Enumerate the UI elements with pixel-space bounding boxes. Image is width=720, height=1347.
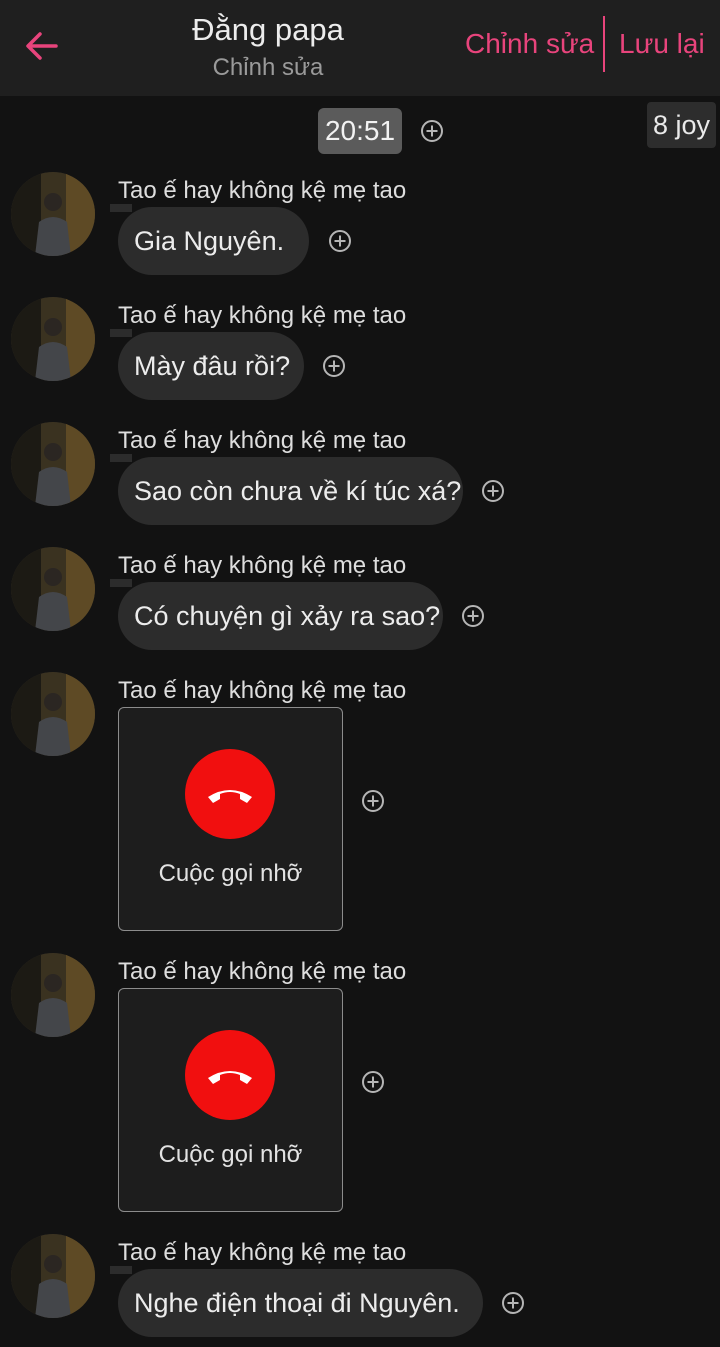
avatar[interactable] (11, 672, 95, 756)
phone-hangup-icon (208, 790, 252, 803)
avatar[interactable] (11, 953, 95, 1037)
add-icon[interactable] (502, 1292, 524, 1314)
message-bubble[interactable]: Nghe điện thoại đi Nguyên. (110, 1266, 483, 1337)
sender-name: Tao ế hay không kệ mẹ tao (118, 1239, 407, 1266)
avatar[interactable] (11, 172, 95, 256)
missed-call-badge (185, 749, 275, 839)
avatar-image (11, 1234, 95, 1318)
add-icon[interactable] (421, 120, 443, 142)
sender-name: Tao ế hay không kệ mẹ tao (118, 302, 407, 329)
message-bubble[interactable]: Sao còn chưa về kí túc xá? (110, 454, 463, 525)
avatar-image (11, 422, 95, 506)
avatar[interactable] (11, 1234, 95, 1318)
arrow-left-icon (26, 32, 58, 60)
edit-button[interactable]: Chỉnh sửa (465, 28, 594, 60)
back-button[interactable] (20, 26, 62, 66)
sender-name: Tao ế hay không kệ mẹ tao (118, 552, 407, 579)
sender-name: Tao ế hay không kệ mẹ tao (118, 677, 407, 704)
add-icon[interactable] (362, 790, 384, 812)
sender-name: Tao ế hay không kệ mẹ tao (118, 958, 407, 985)
top-bar: Đằng papa Chỉnh sửa Chỉnh sửa Lưu lại (0, 0, 720, 96)
avatar-image (11, 672, 95, 756)
message-bubble[interactable]: Gia Nguyên. (110, 204, 309, 275)
avatar-image (11, 547, 95, 631)
message-bubble[interactable]: Mày đâu rồi? (110, 329, 304, 400)
add-icon[interactable] (482, 480, 504, 502)
add-icon[interactable] (462, 605, 484, 627)
page-subtitle: Chỉnh sửa (212, 54, 324, 81)
avatar[interactable] (11, 547, 95, 631)
page-title: Đằng papa (192, 12, 344, 47)
timestamp-pill[interactable]: 20:51 (318, 108, 402, 154)
avatar-image (11, 172, 95, 256)
missed-call-label: Cuộc gọi nhỡ (158, 860, 303, 887)
sender-name: Tao ế hay không kệ mẹ tao (118, 427, 407, 454)
missed-call-label: Cuộc gọi nhỡ (158, 1141, 303, 1168)
header-divider (603, 16, 605, 72)
joy-badge: 8 joy (647, 102, 716, 148)
add-icon[interactable] (323, 355, 345, 377)
message-bubble[interactable]: Có chuyện gì xảy ra sao? (110, 579, 443, 650)
avatar[interactable] (11, 422, 95, 506)
avatar-image (11, 297, 95, 381)
missed-call-badge (185, 1030, 275, 1120)
sender-name: Tao ế hay không kệ mẹ tao (118, 177, 407, 204)
missed-call-card[interactable]: Cuộc gọi nhỡ (118, 707, 343, 931)
missed-call-card[interactable]: Cuộc gọi nhỡ (118, 988, 343, 1212)
avatar-image (11, 953, 95, 1037)
add-icon[interactable] (329, 230, 351, 252)
save-button[interactable]: Lưu lại (619, 28, 705, 60)
add-icon[interactable] (362, 1071, 384, 1093)
avatar[interactable] (11, 297, 95, 381)
phone-hangup-icon (208, 1071, 252, 1084)
